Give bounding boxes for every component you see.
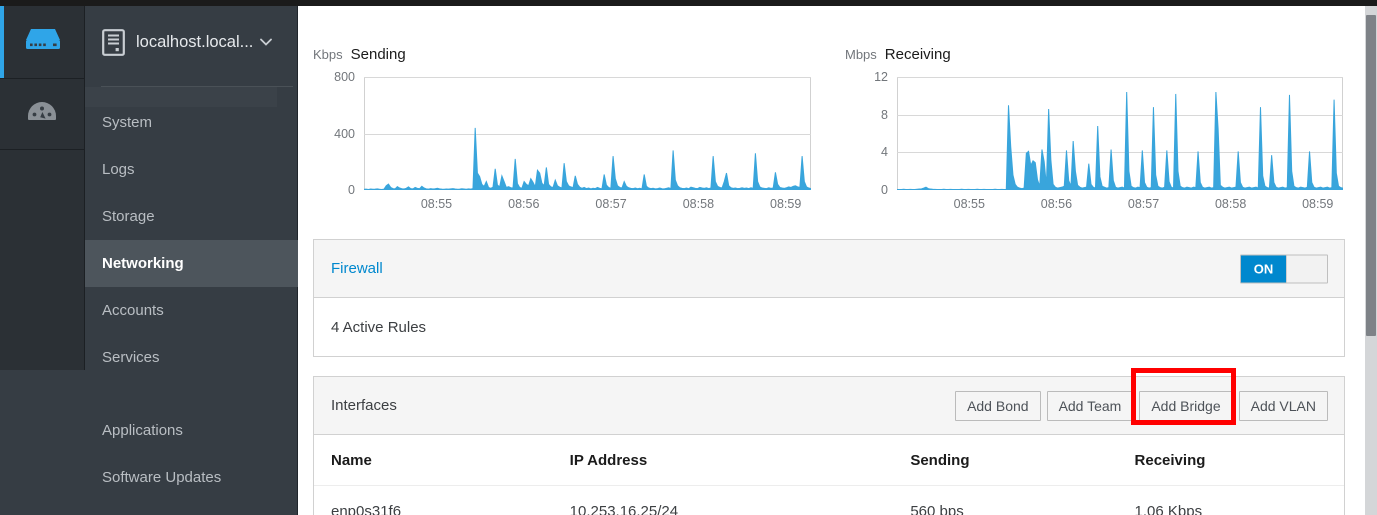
firewall-card-header: Firewall ON [314, 240, 1344, 298]
x-axis-tick-label: 08:55 [953, 197, 985, 211]
interfaces-actions: Add Bond Add Team Add Bridge Add VLAN [949, 390, 1328, 421]
x-axis-tick-label: 08:57 [595, 197, 627, 211]
firewall-toggle-label: ON [1241, 255, 1286, 282]
y-axis-tick-label: 0 [348, 183, 355, 197]
chart-sending-unit: Kbps [313, 47, 343, 62]
host-label: localhost.local... [136, 32, 254, 51]
icon-rail [0, 6, 85, 515]
sidebar-item-label: Logs [102, 161, 135, 178]
y-axis-tick-label: 12 [874, 70, 888, 84]
sidebar-item-label: System [102, 114, 153, 131]
x-axis-tick-label: 08:58 [682, 197, 715, 211]
chart-sending-plot: 0 400 800 08:55 08:56 08:57 08:58 08:59 [334, 70, 811, 211]
add-vlan-button[interactable]: Add VLAN [1238, 390, 1328, 421]
chart-receiving-title: Receiving [884, 46, 951, 63]
firewall-card: Firewall ON 4 Active Rules [313, 239, 1345, 357]
table-row[interactable]: enp0s31f6 10.253.16.25/24 560 bps 1.06 K… [314, 486, 1344, 515]
add-bridge-button[interactable]: Add Bridge [1139, 390, 1233, 421]
sidebar: localhost.local... System Logs Storage N… [85, 6, 298, 515]
firewall-link[interactable]: Firewall [331, 260, 383, 277]
y-axis-tick-label: 400 [334, 126, 355, 141]
y-axis-tick-label: 0 [881, 183, 888, 197]
column-header-receiving: Receiving [1134, 451, 1206, 469]
add-team-button[interactable]: Add Team [1046, 390, 1134, 421]
vertical-scrollbar-thumb[interactable] [1366, 15, 1376, 336]
sidebar-item-terminal[interactable]: Terminal [85, 501, 298, 515]
host-switcher[interactable]: localhost.local... [85, 6, 298, 78]
chart-sending: Kbps Sending 0 400 800 08:55 08:56 08:57 08:58… [313, 6, 826, 218]
sidebar-item-label: Applications [102, 422, 183, 439]
chart-receiving: Mbps Receiving 0 4 8 12 08:55 08:56 08:57 08:58… [845, 6, 1345, 218]
sidebar-item-logs[interactable]: Logs [85, 146, 298, 193]
sidebar-item-storage[interactable]: Storage [85, 193, 298, 240]
x-axis-tick-label: 08:56 [1040, 197, 1073, 211]
sidebar-item-applications[interactable]: Applications [85, 407, 298, 454]
sidebar-item-accounts[interactable]: Accounts [85, 287, 298, 334]
interfaces-card: Interfaces Add Bond Add Team Add Bridge … [313, 376, 1345, 515]
cell-interface-name: enp0s31f6 [331, 502, 402, 515]
y-axis-tick-label: 800 [334, 70, 355, 84]
x-axis-tick-label: 08:59 [770, 197, 802, 211]
chart-series [364, 127, 811, 190]
server-icon [24, 27, 62, 58]
chart-sending-title: Sending [350, 46, 406, 63]
rail-item-dashboard[interactable] [0, 78, 85, 150]
column-header-sending: Sending [910, 451, 970, 469]
column-header-name: Name [331, 451, 372, 469]
chevron-down-icon [260, 36, 273, 48]
interfaces-card-header: Interfaces Add Bond Add Team Add Bridge … [314, 377, 1344, 435]
sidebar-item-software-updates[interactable]: Software Updates [85, 454, 298, 501]
cell-sending: 560 bps [910, 502, 964, 515]
firewall-toggle-knob [1286, 255, 1327, 282]
add-bond-button[interactable]: Add Bond [955, 390, 1041, 421]
sidebar-item-label: Software Updates [102, 469, 222, 486]
chart-receiving-header: Mbps Receiving [845, 46, 951, 68]
sidebar-item-label: Services [102, 349, 160, 366]
dashboard-icon [27, 101, 57, 128]
sidebar-item-label: Accounts [102, 302, 164, 319]
interfaces-title: Interfaces [331, 397, 397, 414]
x-axis-tick-label: 08:58 [1214, 197, 1247, 211]
cell-receiving: 1.06 Kbps [1134, 502, 1203, 515]
firewall-toggle[interactable]: ON [1240, 254, 1328, 283]
x-axis-tick-label: 08:55 [420, 197, 453, 211]
x-axis-tick-label: 08:57 [1127, 197, 1160, 211]
sidebar-item-label: Networking [102, 255, 184, 272]
server-tower-icon [102, 28, 125, 56]
sidebar-item-services[interactable]: Services [85, 334, 298, 381]
chart-receiving-unit: Mbps [845, 47, 877, 62]
x-axis-tick-label: 08:59 [1302, 197, 1334, 211]
rail-item-server[interactable] [0, 6, 85, 78]
app-window: localhost.local... System Logs Storage N… [0, 0, 1377, 515]
column-header-ip-address: IP Address [569, 451, 648, 469]
sidebar-item-system[interactable]: System [85, 99, 298, 146]
chart-series [897, 92, 1343, 190]
firewall-active-rules: 4 Active Rules [331, 318, 427, 336]
sidebar-item-label: Storage [102, 208, 155, 225]
vertical-scrollbar-track[interactable] [1365, 6, 1377, 515]
y-axis-tick-label: 8 [881, 107, 888, 122]
chart-receiving-plot: 0 4 8 12 08:55 08:56 08:57 08:58 08:59 [874, 70, 1343, 211]
chart-sending-header: Kbps Sending [313, 46, 406, 68]
network-charts: Kbps Sending 0 400 800 08:55 08:56 08:57 08:58… [299, 6, 1377, 218]
y-axis-tick-label: 4 [881, 145, 888, 160]
interfaces-table-header: Name IP Address Sending Receiving [314, 435, 1344, 486]
cell-ip-address: 10.253.16.25/24 [569, 502, 679, 515]
sidebar-item-networking[interactable]: Networking [85, 240, 298, 287]
main-content: Kbps Sending 0 400 800 08:55 08:56 08:57 08:58… [299, 6, 1377, 515]
sidebar-nav: System Logs Storage Networking Accounts … [85, 99, 298, 515]
x-axis-tick-label: 08:56 [508, 197, 540, 211]
